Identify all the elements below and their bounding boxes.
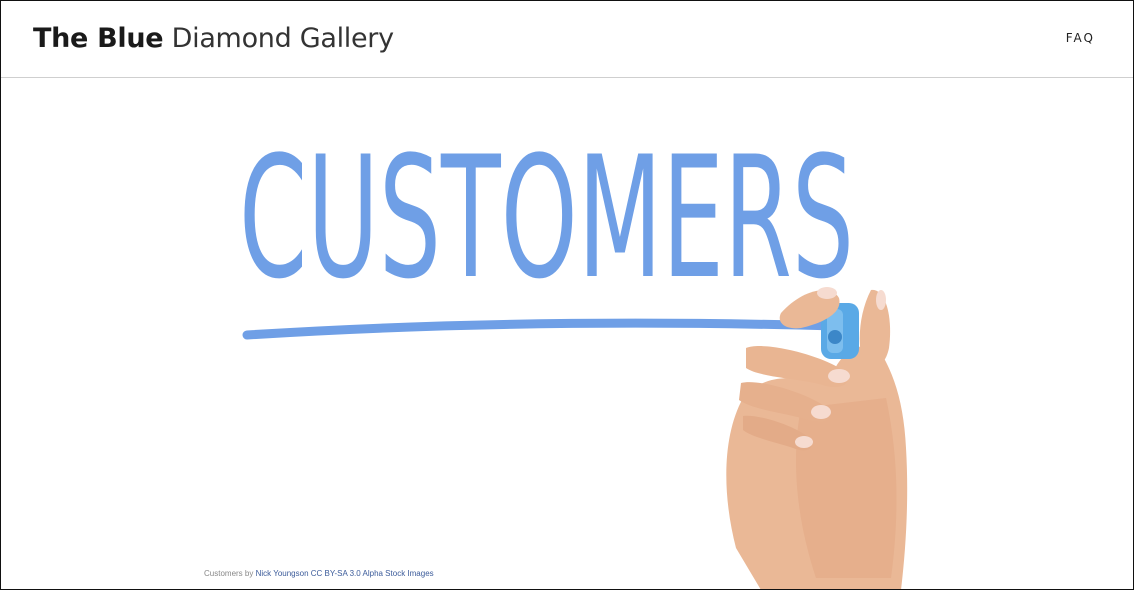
hand-with-marker — [726, 287, 908, 589]
nav-faq-link[interactable]: FAQ — [1066, 31, 1095, 45]
page-frame: The Blue Diamond Gallery FAQ CUSTOMERS C… — [0, 0, 1134, 590]
site-logo[interactable]: The Blue Diamond Gallery — [33, 23, 394, 54]
underline-stroke — [242, 318, 841, 340]
customers-word: CUSTOMERS — [239, 120, 854, 316]
credit-source-link[interactable]: Alpha Stock Images — [363, 569, 434, 578]
credit-prefix: Customers by — [204, 569, 254, 578]
site-header: The Blue Diamond Gallery FAQ — [1, 1, 1133, 78]
image-credit: Customers by Nick Youngson CC BY-SA 3.0 … — [204, 569, 434, 578]
brand-strong: The Blue — [33, 23, 164, 54]
customers-illustration: CUSTOMERS — [239, 120, 908, 589]
credit-author-link[interactable]: Nick Youngson — [256, 569, 309, 578]
credit-license-link[interactable]: CC BY-SA 3.0 — [311, 569, 361, 578]
brand-light: Diamond Gallery — [171, 23, 394, 54]
featured-image: CUSTOMERS — [1, 78, 1133, 589]
